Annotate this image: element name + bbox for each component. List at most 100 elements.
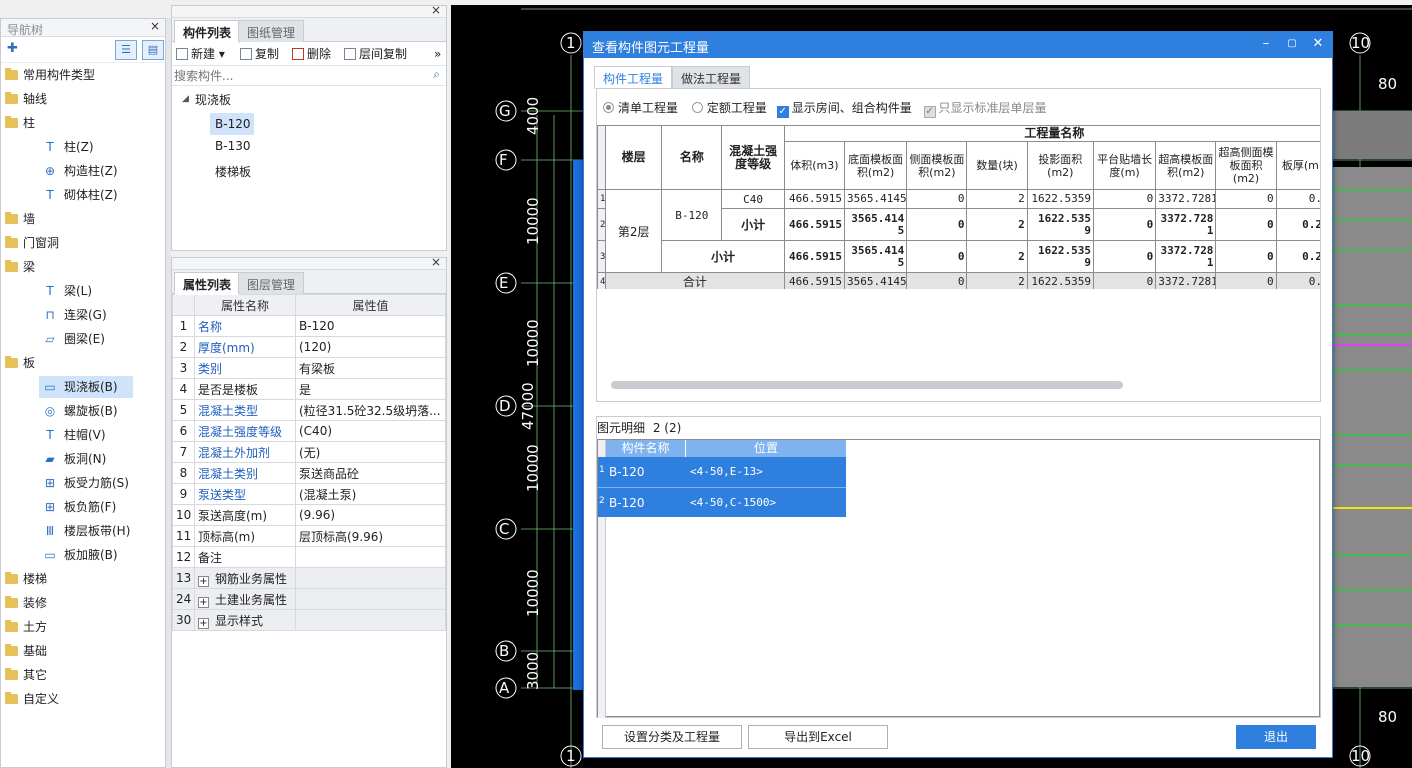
- property-row[interactable]: 6 混凝土强度等级 (C40): [172, 420, 446, 442]
- nav-item[interactable]: T 梁(L): [1, 279, 165, 303]
- only-std-checkbox[interactable]: ✓ 只显示标准层单层量: [923, 101, 1047, 118]
- property-value[interactable]: 泵送商品砼: [295, 462, 446, 484]
- tab-layer-management[interactable]: 图层管理: [238, 272, 305, 294]
- tab-component-list[interactable]: 构件列表: [174, 20, 241, 43]
- close-icon[interactable]: ✕: [1310, 36, 1326, 52]
- nav-folder[interactable]: 常用构件类型: [1, 63, 165, 87]
- table-row[interactable]: 1 第2层 B-120 C40 466.5915 3565.4145 0 2 1622.5359…: [597, 189, 1320, 273]
- nav-item[interactable]: ▱ 圈梁(E): [1, 327, 165, 351]
- property-value[interactable]: (无): [295, 441, 446, 463]
- nav-item[interactable]: ⊓ 连梁(G): [1, 303, 165, 327]
- search-input[interactable]: [174, 67, 424, 84]
- nav-item[interactable]: ⊕ 构造柱(Z): [1, 159, 165, 183]
- property-value[interactable]: (混凝土泵): [295, 483, 446, 505]
- component-item[interactable]: 楼梯板: [215, 163, 251, 180]
- nav-folder[interactable]: 装修: [1, 591, 165, 615]
- nav-item[interactable]: ◎ 螺旋板(B): [1, 399, 165, 423]
- property-row[interactable]: 8 混凝土类别 泵送商品砼: [172, 462, 446, 484]
- quota-qty-option[interactable]: 定额工程量: [691, 101, 767, 115]
- property-row[interactable]: 30 + 显示样式: [172, 609, 446, 631]
- nav-folder[interactable]: 自定义: [1, 687, 165, 711]
- property-row[interactable]: 9 泵送类型 (混凝土泵): [172, 483, 446, 505]
- nav-item[interactable]: T 砌体柱(Z): [1, 183, 165, 207]
- property-row[interactable]: 4 是否是楼板 是: [172, 378, 446, 400]
- horizontal-scrollbar[interactable]: [611, 381, 1123, 389]
- close-icon[interactable]: ×: [431, 3, 441, 17]
- panel-view-icon[interactable]: ▤: [142, 40, 164, 60]
- nav-folder[interactable]: 其它: [1, 663, 165, 687]
- component-item[interactable]: B-130: [215, 139, 250, 153]
- exit-button[interactable]: 退出: [1236, 725, 1316, 749]
- property-row[interactable]: 12 备注: [172, 546, 446, 568]
- close-icon[interactable]: ×: [431, 255, 441, 269]
- property-value[interactable]: B-120: [295, 315, 446, 337]
- delete-button[interactable]: 删除: [292, 45, 331, 63]
- copy-button[interactable]: 复制: [240, 45, 279, 63]
- nav-folder[interactable]: 土方: [1, 615, 165, 639]
- tab-drawing-management[interactable]: 图纸管理: [238, 20, 305, 42]
- nav-folder[interactable]: 轴线: [1, 87, 165, 111]
- property-row[interactable]: 3 类别 有梁板: [172, 357, 446, 379]
- property-row[interactable]: 24 + 土建业务属性: [172, 588, 446, 610]
- detail-row[interactable]: 1 B-120 <4-50,E-13>: [598, 457, 846, 487]
- nav-folder[interactable]: 柱: [1, 111, 165, 135]
- collapse-icon[interactable]: ◢: [182, 94, 189, 104]
- property-value[interactable]: [295, 609, 446, 631]
- tree-root-label[interactable]: 现浇板: [195, 91, 231, 108]
- expand-icon[interactable]: +: [198, 617, 209, 629]
- list-qty-option[interactable]: 清单工程量: [603, 101, 678, 115]
- nav-folder[interactable]: 门窗洞: [1, 231, 165, 255]
- nav-folder[interactable]: 墙: [1, 207, 165, 231]
- property-value[interactable]: [295, 567, 446, 589]
- nav-folder[interactable]: 梁: [1, 255, 165, 279]
- nav-folder[interactable]: 基础: [1, 639, 165, 663]
- nav-item[interactable]: T 柱(Z): [1, 135, 165, 159]
- tab-properties[interactable]: 属性列表: [174, 272, 241, 295]
- property-row[interactable]: 5 混凝土类型 (粒径31.5砼32.5级坍落...: [172, 399, 446, 421]
- property-value[interactable]: 层顶标高(9.96): [295, 525, 446, 547]
- floor-copy-button[interactable]: 层间复制: [344, 45, 407, 63]
- property-value[interactable]: (粒径31.5砼32.5级坍落...: [295, 399, 446, 421]
- minimize-icon[interactable]: –: [1258, 36, 1274, 52]
- nav-item[interactable]: ▭ 现浇板(B): [1, 375, 165, 399]
- property-row[interactable]: 2 厚度(mm) (120): [172, 336, 446, 358]
- property-value[interactable]: [295, 546, 446, 568]
- more-button[interactable]: »: [434, 45, 441, 63]
- nav-folder[interactable]: 板: [1, 351, 165, 375]
- expand-icon[interactable]: +: [198, 596, 209, 608]
- property-row[interactable]: 10 泵送高度(m) (9.96): [172, 504, 446, 526]
- property-row[interactable]: 1 名称 B-120: [172, 315, 446, 337]
- search-icon[interactable]: ⌕: [433, 67, 440, 82]
- list-view-icon[interactable]: ☰: [115, 40, 137, 60]
- close-icon[interactable]: ×: [150, 19, 160, 33]
- property-value[interactable]: (9.96): [295, 504, 446, 526]
- property-value[interactable]: (120): [295, 336, 446, 358]
- maximize-icon[interactable]: ▢: [1284, 36, 1300, 52]
- pin-icon[interactable]: ✚: [7, 41, 18, 56]
- nav-item[interactable]: ⊞ 板负筋(F): [1, 495, 165, 519]
- total-row[interactable]: 4 合计 466.5915 3565.4145 0 2 1622.5359 0 3372.728…: [597, 272, 1320, 289]
- nav-item[interactable]: ⊞ 板受力筋(S): [1, 471, 165, 495]
- nav-item[interactable]: T 柱帽(V): [1, 423, 165, 447]
- new-button[interactable]: 新建 ▾: [176, 45, 225, 63]
- property-row[interactable]: 13 + 钢筋业务属性: [172, 567, 446, 589]
- table-row[interactable]: 3 小计 466.5915 3565.414 5 0 2 1622.535 9 0 3372.7…: [597, 240, 1320, 273]
- property-value[interactable]: (C40): [295, 420, 446, 442]
- property-row[interactable]: 7 混凝土外加剂 (无): [172, 441, 446, 463]
- expand-icon[interactable]: +: [198, 575, 209, 587]
- property-row[interactable]: 11 顶标高(m) 层顶标高(9.96): [172, 525, 446, 547]
- property-value[interactable]: [295, 588, 446, 610]
- export-excel-button[interactable]: 导出到Excel: [748, 725, 888, 749]
- nav-item[interactable]: ▭ 板加腋(B): [1, 543, 165, 567]
- nav-item[interactable]: ▰ 板洞(N): [1, 447, 165, 471]
- detail-row[interactable]: 2 B-120 <4-50,C-1500>: [598, 487, 846, 517]
- nav-folder[interactable]: 楼梯: [1, 567, 165, 591]
- component-item[interactable]: B-120: [210, 113, 254, 135]
- property-value[interactable]: 是: [295, 378, 446, 400]
- tab-component-quantity[interactable]: 构件工程量: [594, 66, 673, 89]
- set-category-button[interactable]: 设置分类及工程量: [602, 725, 742, 749]
- show-rooms-checkbox[interactable]: ✓ 显示房间、组合构件量: [776, 101, 912, 118]
- nav-item[interactable]: Ⅲ 楼层板带(H): [1, 519, 165, 543]
- property-value[interactable]: 有梁板: [295, 357, 446, 379]
- tab-method-quantity[interactable]: 做法工程量: [672, 66, 751, 88]
